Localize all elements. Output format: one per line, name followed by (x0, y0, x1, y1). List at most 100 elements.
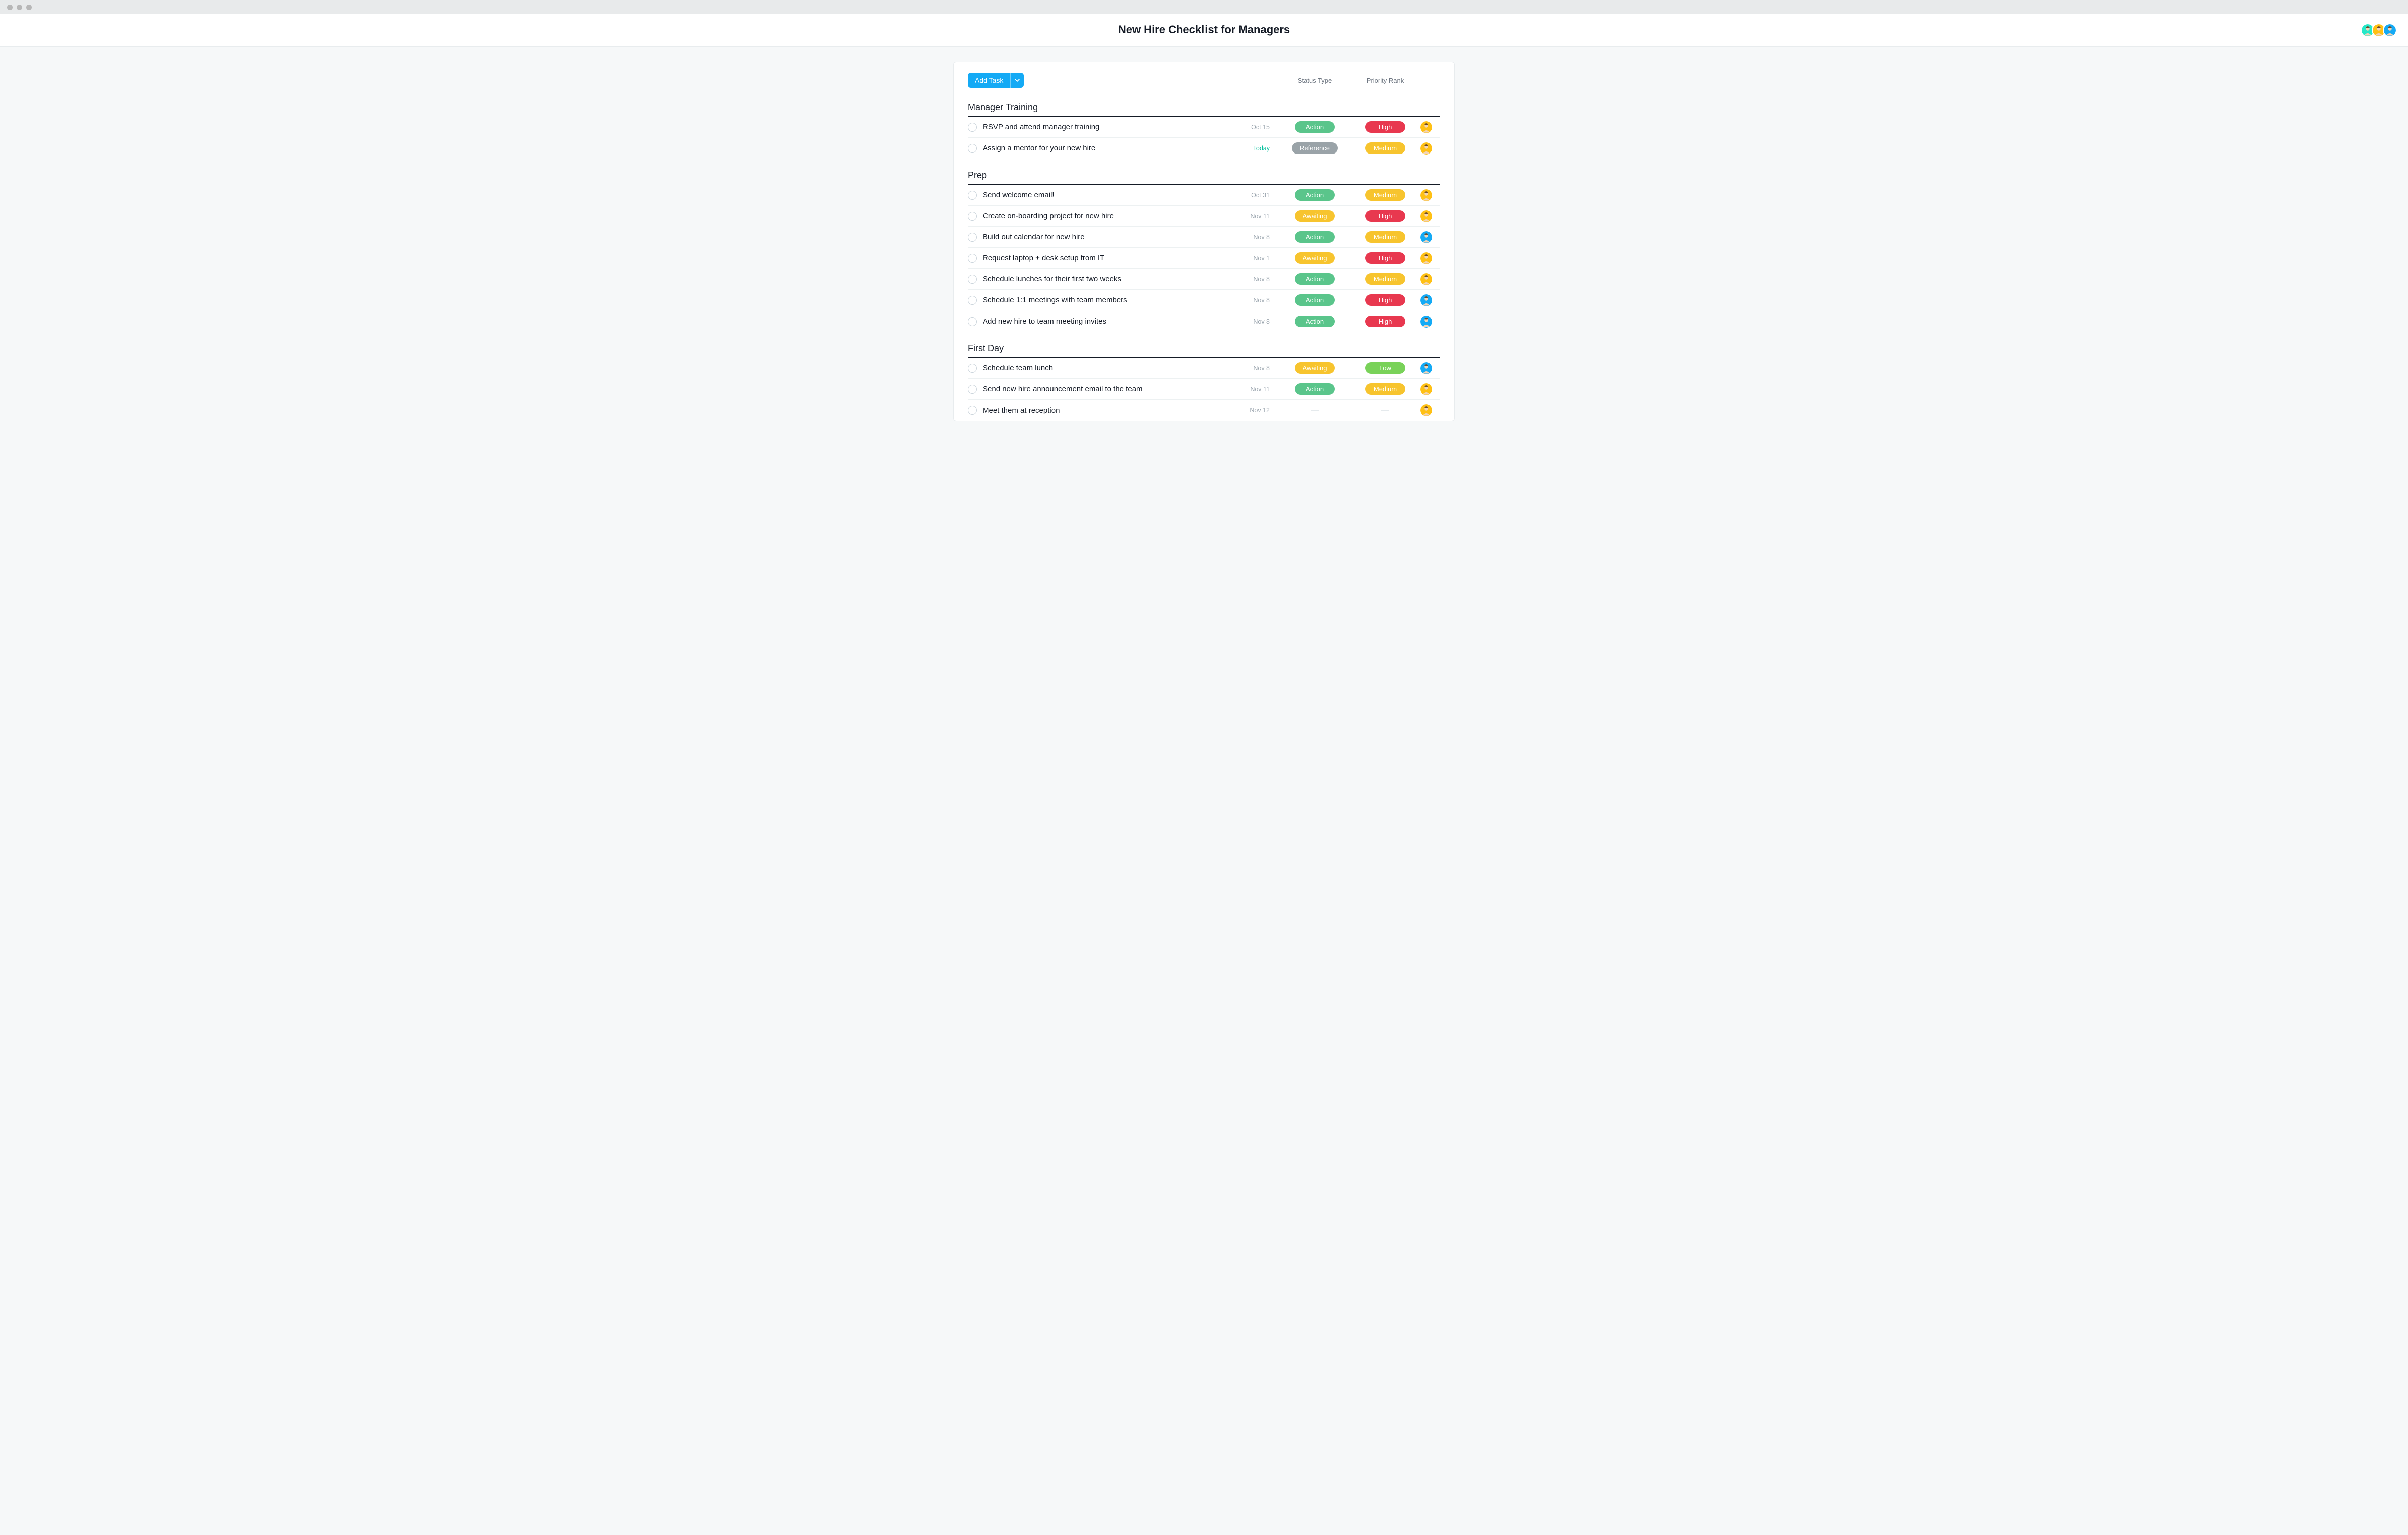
status-pill[interactable]: Awaiting (1295, 210, 1335, 222)
task-priority-cell[interactable]: Low (1350, 362, 1420, 374)
complete-task-checkbox[interactable] (968, 254, 977, 263)
complete-task-checkbox[interactable] (968, 233, 977, 242)
task-status-cell[interactable]: Awaiting (1280, 362, 1350, 374)
task-due-date[interactable]: Today (1235, 145, 1280, 152)
status-pill[interactable]: Action (1295, 121, 1335, 133)
task-due-date[interactable]: Nov 8 (1235, 297, 1280, 304)
task-priority-cell[interactable]: Medium (1350, 231, 1420, 243)
header-avatars[interactable] (2364, 23, 2397, 37)
task-priority-cell[interactable]: High (1350, 316, 1420, 327)
complete-task-checkbox[interactable] (968, 364, 977, 373)
task-priority-cell[interactable]: Medium (1350, 142, 1420, 154)
priority-pill[interactable]: High (1365, 210, 1405, 222)
task-title[interactable]: Build out calendar for new hire (983, 233, 1235, 241)
assignee-avatar[interactable] (1420, 231, 1432, 243)
task-due-date[interactable]: Nov 11 (1235, 386, 1280, 393)
task-row[interactable]: Schedule 1:1 meetings with team membersN… (968, 290, 1440, 311)
task-assignee-cell[interactable] (1420, 189, 1440, 201)
task-row[interactable]: Send new hire announcement email to the … (968, 379, 1440, 400)
task-due-date[interactable]: Nov 8 (1235, 318, 1280, 325)
priority-pill[interactable]: Medium (1365, 273, 1405, 285)
section-header[interactable]: First Day (968, 343, 1440, 358)
task-due-date[interactable]: Nov 8 (1235, 234, 1280, 241)
task-status-cell[interactable]: Action (1280, 383, 1350, 395)
task-status-cell[interactable]: Reference (1280, 142, 1350, 154)
status-pill[interactable]: Action (1295, 383, 1335, 395)
task-assignee-cell[interactable] (1420, 294, 1440, 306)
priority-pill[interactable]: High (1365, 121, 1405, 133)
task-title[interactable]: Schedule lunches for their first two wee… (983, 275, 1235, 283)
task-status-cell[interactable]: Awaiting (1280, 210, 1350, 222)
complete-task-checkbox[interactable] (968, 317, 977, 326)
complete-task-checkbox[interactable] (968, 191, 977, 200)
assignee-avatar[interactable] (1420, 294, 1432, 306)
complete-task-checkbox[interactable] (968, 296, 977, 305)
task-row[interactable]: Meet them at receptionNov 12—— (968, 400, 1440, 421)
status-pill[interactable]: Awaiting (1295, 362, 1335, 374)
task-assignee-cell[interactable] (1420, 121, 1440, 133)
task-due-date[interactable]: Nov 11 (1235, 213, 1280, 220)
priority-pill[interactable]: High (1365, 294, 1405, 306)
task-status-cell[interactable]: Action (1280, 189, 1350, 201)
task-title[interactable]: Meet them at reception (983, 406, 1235, 415)
task-assignee-cell[interactable] (1420, 210, 1440, 222)
assignee-avatar[interactable] (1420, 252, 1432, 264)
task-assignee-cell[interactable] (1420, 142, 1440, 155)
task-row[interactable]: Send welcome email!Oct 31 Action Medium (968, 185, 1440, 206)
section-header[interactable]: Manager Training (968, 102, 1440, 117)
assignee-avatar[interactable] (1420, 316, 1432, 328)
task-status-cell[interactable]: Awaiting (1280, 252, 1350, 264)
assignee-avatar[interactable] (1420, 142, 1432, 155)
assignee-avatar[interactable] (1420, 210, 1432, 222)
status-pill[interactable]: Action (1295, 273, 1335, 285)
priority-pill[interactable]: Medium (1365, 231, 1405, 243)
task-title[interactable]: Send new hire announcement email to the … (983, 385, 1235, 393)
task-priority-cell[interactable]: Medium (1350, 189, 1420, 201)
priority-pill[interactable]: High (1365, 316, 1405, 327)
task-row[interactable]: Add new hire to team meeting invitesNov … (968, 311, 1440, 332)
task-title[interactable]: Create on-boarding project for new hire (983, 212, 1235, 220)
task-status-cell[interactable]: Action (1280, 273, 1350, 285)
task-status-cell[interactable]: — (1280, 406, 1350, 415)
task-title[interactable]: Add new hire to team meeting invites (983, 317, 1235, 326)
task-assignee-cell[interactable] (1420, 316, 1440, 328)
task-row[interactable]: Request laptop + desk setup from ITNov 1… (968, 248, 1440, 269)
task-priority-cell[interactable]: High (1350, 210, 1420, 222)
task-assignee-cell[interactable] (1420, 231, 1440, 243)
complete-task-checkbox[interactable] (968, 406, 977, 415)
task-status-cell[interactable]: Action (1280, 231, 1350, 243)
add-task-split-button[interactable]: Add Task (968, 73, 1024, 88)
task-priority-cell[interactable]: High (1350, 294, 1420, 306)
assignee-avatar[interactable] (1420, 121, 1432, 133)
status-pill[interactable]: Action (1295, 294, 1335, 306)
task-assignee-cell[interactable] (1420, 362, 1440, 374)
status-pill[interactable]: Action (1295, 189, 1335, 201)
status-pill[interactable]: Reference (1292, 142, 1338, 154)
task-priority-cell[interactable]: Medium (1350, 383, 1420, 395)
complete-task-checkbox[interactable] (968, 212, 977, 221)
section-header[interactable]: Prep (968, 170, 1440, 185)
task-title[interactable]: Schedule team lunch (983, 364, 1235, 372)
assignee-avatar[interactable] (1420, 383, 1432, 395)
task-priority-cell[interactable]: — (1350, 406, 1420, 415)
task-title[interactable]: Assign a mentor for your new hire (983, 144, 1235, 152)
task-status-cell[interactable]: Action (1280, 294, 1350, 306)
assignee-avatar[interactable] (1420, 273, 1432, 285)
task-status-cell[interactable]: Action (1280, 316, 1350, 327)
priority-pill[interactable]: Low (1365, 362, 1405, 374)
task-title[interactable]: Request laptop + desk setup from IT (983, 254, 1235, 262)
complete-task-checkbox[interactable] (968, 123, 977, 132)
task-due-date[interactable]: Nov 1 (1235, 255, 1280, 262)
task-row[interactable]: Schedule lunches for their first two wee… (968, 269, 1440, 290)
status-pill[interactable]: Awaiting (1295, 252, 1335, 264)
task-title[interactable]: Send welcome email! (983, 191, 1235, 199)
task-title[interactable]: Schedule 1:1 meetings with team members (983, 296, 1235, 304)
status-pill[interactable]: Action (1295, 231, 1335, 243)
task-assignee-cell[interactable] (1420, 404, 1440, 416)
member-avatar[interactable] (2383, 23, 2397, 37)
task-status-cell[interactable]: Action (1280, 121, 1350, 133)
task-priority-cell[interactable]: High (1350, 252, 1420, 264)
task-due-date[interactable]: Oct 31 (1235, 192, 1280, 199)
task-due-date[interactable]: Oct 15 (1235, 124, 1280, 131)
assignee-avatar[interactable] (1420, 189, 1432, 201)
